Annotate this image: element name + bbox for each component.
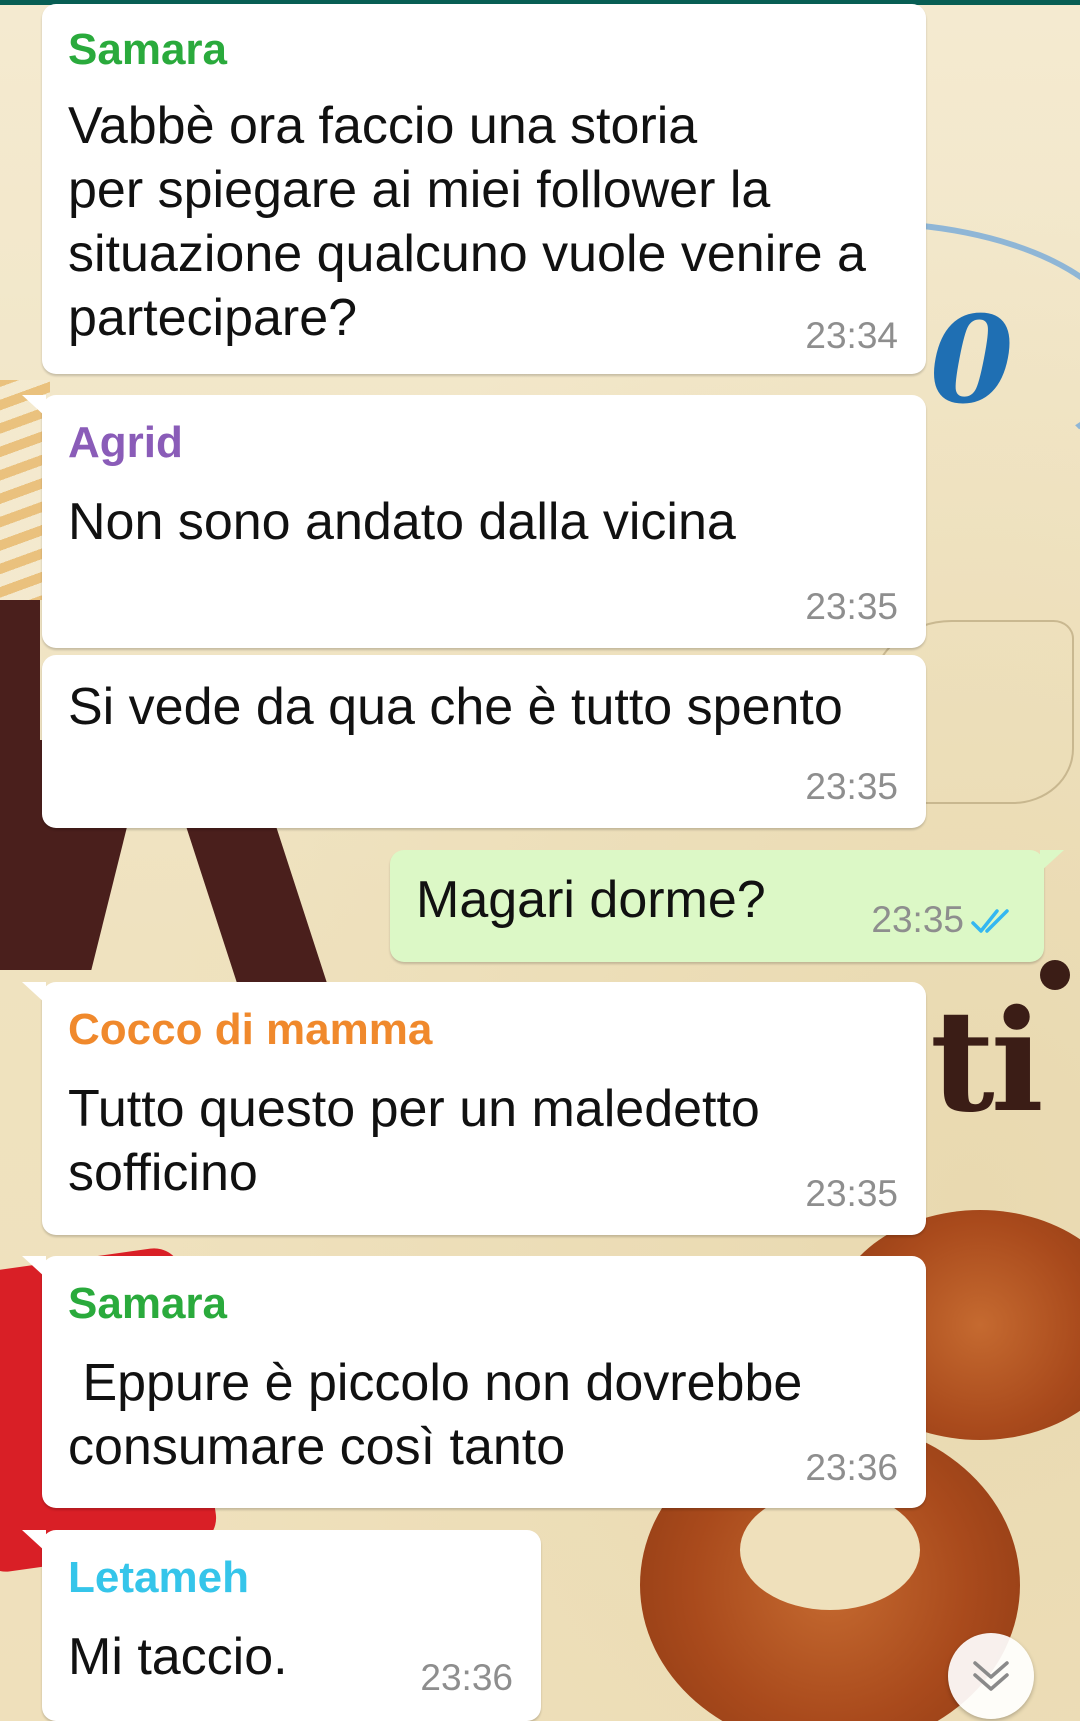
message-bubble[interactable]: Cocco di mamma Tutto questo per un maled… [22,982,926,1235]
message-bubble[interactable]: Samara Vabbè ora faccio una storia per s… [42,4,926,374]
message-text: Non sono andato dalla vicina [68,493,736,551]
message-timestamp: 23:35 [871,899,964,940]
bubble-tail [22,1256,46,1278]
message-timestamp: 23:34 [805,315,898,356]
message-bubble-outgoing[interactable]: Magari dorme? 23:35 [390,850,1064,962]
bubble-tail [22,395,46,417]
wallpaper-decoration [1040,960,1070,990]
sender-name[interactable]: Agrid [68,417,183,469]
double-chevron-down-icon [973,1661,1009,1691]
message-timestamp: 23:35 [805,766,898,807]
message-timestamp: 23:36 [805,1447,898,1488]
message-timestamp: 23:36 [420,1657,513,1698]
wallpaper-decoration: ti [930,980,1044,1144]
bubble-tail [1040,850,1064,872]
double-check-icon [971,909,1009,933]
message-text: Magari dorme? [416,871,766,929]
sender-name[interactable]: Letameh [68,1552,249,1604]
message-bubble[interactable]: Si vede da qua che è tutto spento 23:35 [42,655,926,828]
wallpaper-decoration [177,800,333,1000]
message-bubble[interactable]: Samara Eppure è piccolo non dovrebbe con… [22,1256,926,1508]
message-timestamp: 23:35 [805,1173,898,1214]
message-bubble[interactable]: Agrid Non sono andato dalla vicina 23:35 [22,395,926,648]
message-bubble[interactable]: Letameh Mi taccio. 23:36 [22,1530,541,1721]
message-text: Eppure è piccolo non dovrebbe consumare … [68,1354,803,1476]
bubble-tail [22,1530,46,1552]
bubble-tail [22,982,46,1004]
message-text: Vabbè ora faccio una storia per spiegare… [68,97,866,347]
wallpaper-decoration: 0 [930,290,1014,431]
sender-name[interactable]: Samara [68,24,227,76]
message-text: Tutto questo per un maledetto sofficino [68,1080,760,1202]
message-text: Si vede da qua che è tutto spento [68,678,843,736]
message-text: Mi taccio. [68,1628,288,1686]
wallpaper-decoration [740,1490,920,1610]
sender-name[interactable]: Samara [68,1278,227,1330]
scroll-to-bottom-button[interactable] [948,1633,1034,1719]
message-timestamp: 23:35 [805,586,898,627]
sender-name[interactable]: Cocco di mamma [68,1004,432,1056]
